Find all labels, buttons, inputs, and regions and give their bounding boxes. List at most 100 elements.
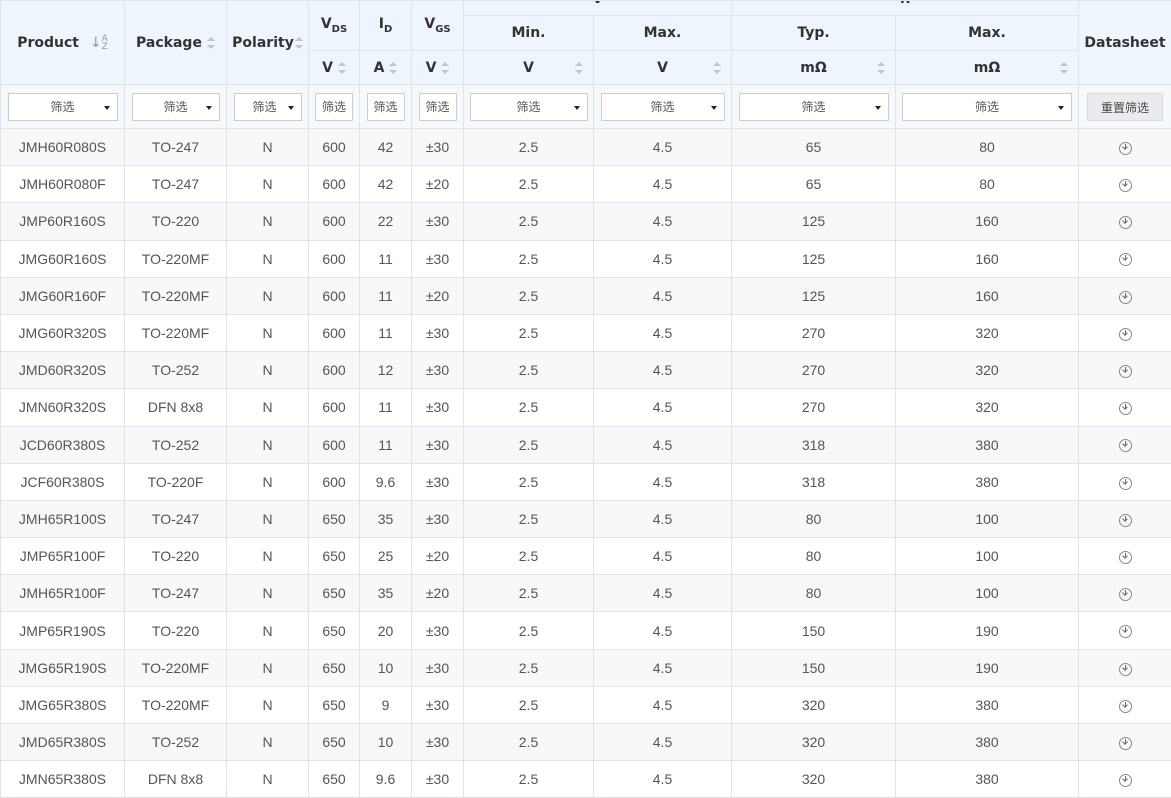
cell-vth-min: 2.5 xyxy=(463,611,594,650)
download-icon[interactable] xyxy=(1118,699,1132,713)
filter-id[interactable]: 筛选 xyxy=(366,92,405,121)
cell-polarity: N xyxy=(226,202,309,241)
cell-vth-max: 4.5 xyxy=(593,648,732,687)
cell-rds-max: 380 xyxy=(895,722,1079,762)
sort-arrows-icon[interactable] xyxy=(389,61,398,74)
col-header-package[interactable]: Package xyxy=(124,0,227,85)
unit-vds[interactable]: V xyxy=(308,50,360,85)
filter-vds[interactable]: 筛选 xyxy=(315,92,353,121)
table-row: JMP65R190S TO-220 N 650 20 ±30 2.5 4.5 150 190 xyxy=(0,611,1171,650)
cell-rds-max: 80 xyxy=(895,165,1079,204)
col-header-vth-min: Min. xyxy=(463,15,594,51)
download-icon[interactable] xyxy=(1118,736,1132,750)
download-icon[interactable] xyxy=(1118,402,1132,416)
cell-vgs: ±30 xyxy=(411,722,464,762)
filter-vth-min[interactable]: 筛选 xyxy=(469,92,588,121)
cell-datasheet xyxy=(1078,611,1171,650)
cell-vth-max: 4.5 xyxy=(593,276,732,315)
cell-vds: 600 xyxy=(308,313,360,353)
cell-rds-max: 100 xyxy=(895,537,1079,576)
filter-package[interactable]: 筛选 xyxy=(131,92,220,121)
download-icon[interactable] xyxy=(1118,141,1132,155)
cell-vds: 650 xyxy=(308,574,360,613)
unit-id[interactable]: A xyxy=(359,50,412,85)
download-icon[interactable] xyxy=(1118,290,1132,304)
unit-rds-typ[interactable]: mΩ xyxy=(731,50,896,85)
cell-id: 11 xyxy=(359,388,412,427)
cell-polarity: N xyxy=(226,351,309,390)
filter-polarity[interactable]: 筛选 xyxy=(233,92,302,121)
sort-arrows-icon[interactable] xyxy=(1060,61,1068,74)
download-icon[interactable] xyxy=(1118,216,1132,230)
cell-package: TO-220 xyxy=(124,611,227,650)
download-icon[interactable] xyxy=(1118,774,1132,788)
cell-rds-typ: 318 xyxy=(731,462,896,501)
cell-product: JMH65R100S xyxy=(0,499,125,539)
download-icon[interactable] xyxy=(1118,365,1132,379)
cell-package: TO-220F xyxy=(124,462,227,501)
download-icon[interactable] xyxy=(1118,253,1132,267)
col-header-polarity[interactable]: Polarity xyxy=(226,0,309,85)
alpha-sort-icon[interactable]: ↓A Z xyxy=(90,34,108,51)
cell-rds-max: 160 xyxy=(895,276,1079,315)
col-header-rds-max: Max. xyxy=(895,15,1079,51)
sort-arrows-icon[interactable] xyxy=(713,61,721,74)
download-icon[interactable] xyxy=(1118,327,1132,341)
download-icon[interactable] xyxy=(1118,588,1132,602)
filter-rds-typ[interactable]: 筛选 xyxy=(738,92,889,121)
col-header-product[interactable]: Product ↓A Z xyxy=(0,0,125,85)
unit-vth-min[interactable]: V xyxy=(463,50,594,85)
cell-polarity: N xyxy=(226,722,309,762)
download-icon[interactable] xyxy=(1118,179,1132,193)
download-icon[interactable] xyxy=(1118,625,1132,639)
cell-id: 11 xyxy=(359,239,412,278)
cell-package: DFN 8x8 xyxy=(124,388,227,427)
table-row: JCD60R380S TO-252 N 600 11 ±30 2.5 4.5 318 380 xyxy=(0,425,1171,464)
download-icon[interactable] xyxy=(1118,662,1132,676)
cell-polarity: N xyxy=(226,313,309,353)
cell-polarity: N xyxy=(226,760,309,798)
table-row: JMN65R380S DFN 8x8 N 650 9.6 ±30 2.5 4.5 320 380 xyxy=(0,760,1171,798)
cell-rds-typ: 125 xyxy=(731,239,896,278)
cell-package: TO-220MF xyxy=(124,648,227,687)
cell-product: JCF60R380S xyxy=(0,462,125,501)
filter-rds-max[interactable]: 筛选 xyxy=(902,92,1072,121)
cell-vth-max: 4.5 xyxy=(593,313,732,353)
unit-vth-max[interactable]: V xyxy=(593,50,732,85)
cell-id: 42 xyxy=(359,165,412,204)
sort-arrows-icon[interactable] xyxy=(575,61,583,74)
sort-arrows-icon[interactable] xyxy=(441,61,450,74)
cell-rds-max: 380 xyxy=(895,462,1079,501)
sort-arrows-icon[interactable] xyxy=(337,61,346,74)
table-row: JMG60R320S TO-220MF N 600 11 ±30 2.5 4.5 270 320 xyxy=(0,313,1171,353)
table-row: JMN60R320S DFN 8x8 N 600 11 ±30 2.5 4.5 270 320 xyxy=(0,388,1171,427)
cell-product: JCD60R380S xyxy=(0,425,125,464)
unit-vgs[interactable]: V xyxy=(411,50,464,85)
filter-product[interactable]: 筛选 xyxy=(7,92,118,121)
sort-arrows-icon[interactable] xyxy=(877,61,885,74)
download-icon[interactable] xyxy=(1118,476,1132,490)
filter-vgs[interactable]: 筛选 xyxy=(418,92,457,121)
cell-rds-typ: 320 xyxy=(731,685,896,725)
cell-datasheet xyxy=(1078,722,1171,762)
unit-rds-max[interactable]: mΩ xyxy=(895,50,1079,85)
sort-arrows-icon[interactable] xyxy=(206,36,215,49)
cell-polarity: N xyxy=(226,239,309,278)
cell-product: JMN65R380S xyxy=(0,760,125,798)
sort-arrows-icon[interactable] xyxy=(294,36,303,49)
cell-vth-max: 4.5 xyxy=(593,760,732,798)
cell-vth-max: 4.5 xyxy=(593,202,732,241)
reset-filter-button[interactable]: 重置筛选 xyxy=(1087,92,1163,121)
download-icon[interactable] xyxy=(1118,550,1132,564)
table-row: JCF60R380S TO-220F N 600 9.6 ±30 2.5 4.5 318 380 xyxy=(0,462,1171,501)
download-icon[interactable] xyxy=(1118,513,1132,527)
cell-vgs: ±20 xyxy=(411,537,464,576)
product-table: Product ↓A Z Package Polarity VDS ID VGS … xyxy=(0,0,1171,798)
cell-vth-min: 2.5 xyxy=(463,276,594,315)
cell-vth-max: 4.5 xyxy=(593,127,732,167)
cell-product: JMD60R320S xyxy=(0,351,125,390)
filter-vth-max[interactable]: 筛选 xyxy=(600,92,725,121)
download-icon[interactable] xyxy=(1118,439,1132,453)
cell-datasheet xyxy=(1078,202,1171,241)
cell-vth-min: 2.5 xyxy=(463,425,594,464)
